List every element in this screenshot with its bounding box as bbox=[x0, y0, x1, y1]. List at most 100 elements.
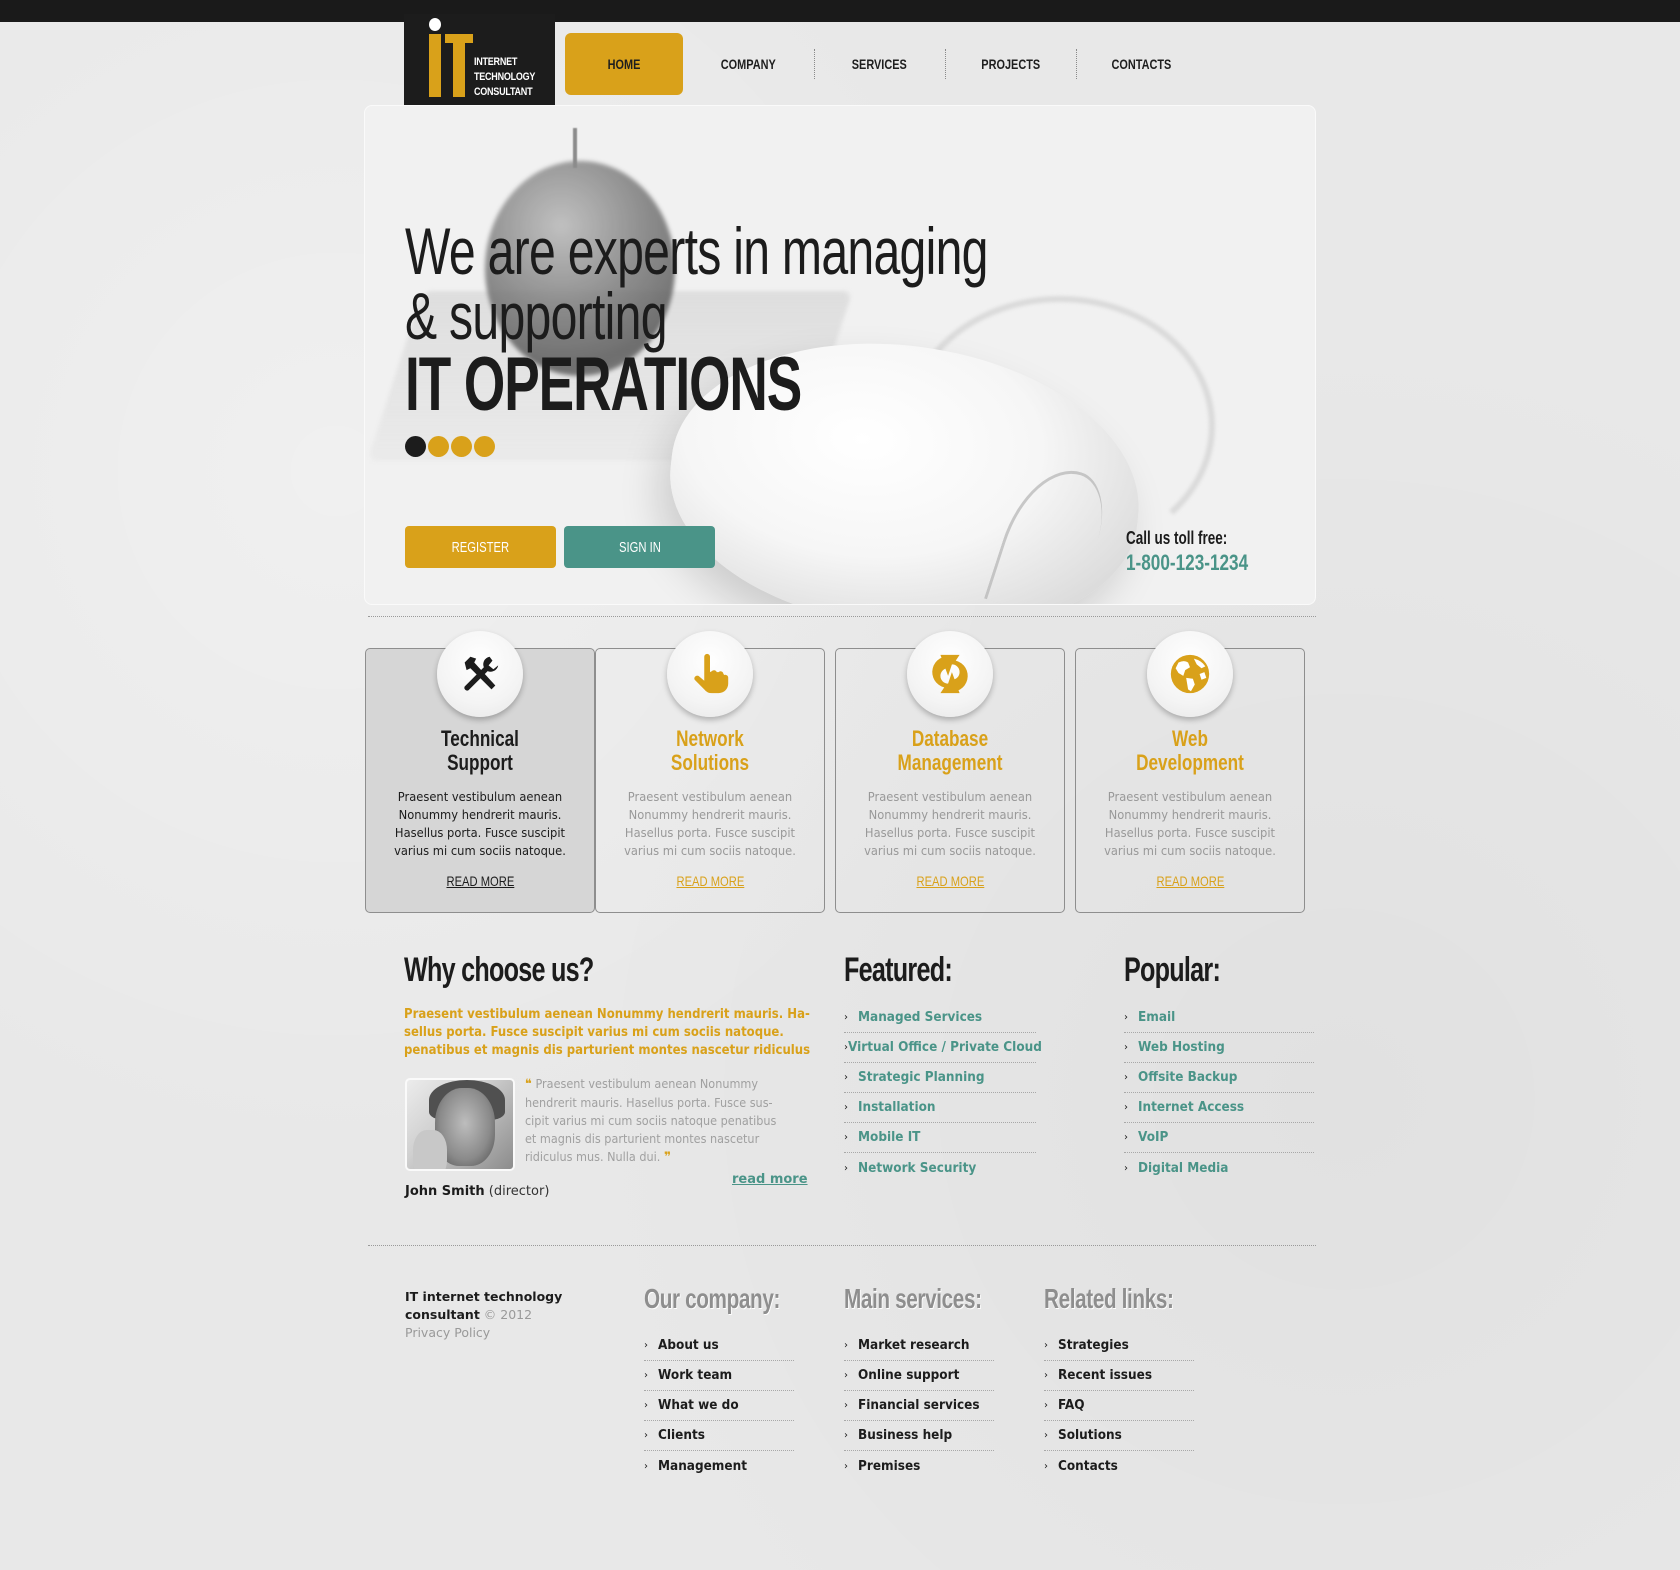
popular-item[interactable]: › Web Hosting bbox=[1124, 1033, 1314, 1063]
slider-pagination bbox=[405, 436, 495, 457]
service-title: Web Development bbox=[1076, 727, 1304, 775]
testimonial-quote: ❝ Praesent vestibulum aenean Nonummy hen… bbox=[525, 1075, 795, 1167]
featured-item[interactable]: › Installation bbox=[844, 1093, 1036, 1123]
service-card-network-solutions[interactable]: Network Solutions Praesent vestibulum ae… bbox=[595, 631, 825, 913]
chevron-right-icon: › bbox=[1044, 1430, 1048, 1441]
chevron-right-icon: › bbox=[844, 1370, 848, 1381]
popular-item[interactable]: › Digital Media bbox=[1124, 1153, 1314, 1183]
footer-link[interactable]: › Market research bbox=[844, 1331, 994, 1361]
footer-link[interactable]: › Work team bbox=[644, 1361, 794, 1391]
chevron-right-icon: › bbox=[644, 1430, 648, 1441]
footer-link[interactable]: › Business help bbox=[844, 1421, 994, 1451]
quote-open-icon: ❝ bbox=[525, 1077, 532, 1092]
top-bar bbox=[0, 0, 1680, 22]
item-label: Financial services bbox=[858, 1398, 980, 1413]
service-card-web-development[interactable]: Web Development Praesent vestibulum aene… bbox=[1075, 631, 1305, 913]
item-label: Recent issues bbox=[1058, 1368, 1153, 1383]
quote-line: Praesent vestibulum aenean Nonummy bbox=[535, 1076, 759, 1091]
footer-divider bbox=[368, 1245, 1316, 1246]
photo-hand bbox=[413, 1130, 447, 1169]
testimonial-read-more-link[interactable]: read more bbox=[732, 1172, 808, 1187]
footer-link[interactable]: › Clients bbox=[644, 1421, 794, 1451]
popular-item[interactable]: › Offsite Backup bbox=[1124, 1063, 1314, 1093]
footer-link[interactable]: › About us bbox=[644, 1331, 794, 1361]
chevron-right-icon: › bbox=[644, 1370, 648, 1381]
featured-list: › Managed Services › Virtual Office / Priv… bbox=[844, 1003, 1042, 1183]
sign-in-label: SIGN IN bbox=[618, 538, 661, 556]
read-more-link[interactable]: READ MORE bbox=[596, 873, 824, 889]
desc-line: varius mi cum sociis natoque. bbox=[864, 843, 1036, 858]
featured-item[interactable]: › Strategic Planning bbox=[844, 1063, 1036, 1093]
slider-dot-1[interactable] bbox=[405, 436, 426, 457]
item-label: Strategies bbox=[1058, 1338, 1129, 1353]
nav-projects[interactable]: PROJECTS bbox=[945, 33, 1076, 95]
nav-home[interactable]: HOME bbox=[565, 33, 683, 95]
desc-line: Nonummy hendrerit mauris. bbox=[628, 807, 792, 822]
sign-in-button[interactable]: SIGN IN bbox=[564, 526, 715, 568]
footer-link[interactable]: › Management bbox=[644, 1451, 794, 1481]
phone-number[interactable]: 1-800-123-1234 bbox=[1126, 550, 1248, 576]
chevron-right-icon: › bbox=[1124, 1012, 1128, 1023]
service-card-database-management[interactable]: Database Management Praesent vestibulum … bbox=[835, 631, 1065, 913]
item-label: Online support bbox=[858, 1368, 960, 1383]
nav-services[interactable]: SERVICES bbox=[814, 33, 945, 95]
logo-t-stem bbox=[453, 34, 465, 97]
service-title: Technical Support bbox=[366, 727, 594, 775]
service-title: Database Management bbox=[836, 727, 1064, 775]
item-label: Business help bbox=[858, 1428, 953, 1443]
hero-slider: We are experts in managing & supporting … bbox=[364, 105, 1316, 605]
footer-link[interactable]: › Strategies bbox=[1044, 1331, 1194, 1361]
slider-dot-4[interactable] bbox=[474, 436, 495, 457]
featured-item[interactable]: › Managed Services bbox=[844, 1003, 1036, 1033]
item-label: Management bbox=[658, 1458, 748, 1474]
logo-line: CONSULTANT bbox=[474, 86, 533, 98]
slider-dot-3[interactable] bbox=[451, 436, 472, 457]
quote-line: et magnis dis parturient montes nascetur bbox=[525, 1131, 760, 1146]
chevron-right-icon: › bbox=[644, 1400, 648, 1411]
desc-line: varius mi cum sociis natoque. bbox=[394, 843, 566, 858]
sync-icon bbox=[932, 654, 968, 694]
featured-item[interactable]: › Network Security bbox=[844, 1153, 1036, 1183]
privacy-policy-link[interactable]: Privacy Policy bbox=[405, 1324, 562, 1342]
item-label: Virtual Office / Private Cloud bbox=[848, 1040, 1042, 1055]
footer-link[interactable]: › Contacts bbox=[1044, 1451, 1194, 1481]
popular-item[interactable]: › Internet Access bbox=[1124, 1093, 1314, 1123]
chevron-right-icon: › bbox=[1124, 1072, 1128, 1083]
register-button[interactable]: REGISTER bbox=[405, 526, 556, 568]
chevron-right-icon: › bbox=[1124, 1102, 1128, 1113]
title-line: Solutions bbox=[670, 750, 750, 775]
service-title: Network Solutions bbox=[596, 727, 824, 775]
why-heading: Why choose us? bbox=[404, 951, 594, 989]
footer-link[interactable]: › What we do bbox=[644, 1391, 794, 1421]
item-label: VoIP bbox=[1138, 1130, 1169, 1145]
featured-item[interactable]: › Mobile IT bbox=[844, 1123, 1036, 1153]
footer-link[interactable]: › FAQ bbox=[1044, 1391, 1194, 1421]
read-more-link[interactable]: READ MORE bbox=[836, 873, 1064, 889]
service-card-technical-support[interactable]: Technical Support Praesent vestibulum ae… bbox=[365, 631, 595, 913]
footer-link[interactable]: › Solutions bbox=[1044, 1421, 1194, 1451]
call-block: Call us toll free: 1-800-123-1234 bbox=[1126, 528, 1283, 576]
footer-link[interactable]: › Financial services bbox=[844, 1391, 994, 1421]
title-line: Network bbox=[676, 726, 744, 751]
footer-link[interactable]: › Online support bbox=[844, 1361, 994, 1391]
read-more-link[interactable]: READ MORE bbox=[366, 873, 594, 889]
nav-company[interactable]: COMPANY bbox=[683, 33, 814, 95]
lead-line: Praesent vestibulum aenean Nonummy hendr… bbox=[404, 1007, 810, 1022]
service-description: Praesent vestibulum aenean Nonummy hendr… bbox=[376, 788, 584, 860]
popular-item[interactable]: › VoIP bbox=[1124, 1123, 1314, 1153]
desc-line: varius mi cum sociis natoque. bbox=[624, 843, 796, 858]
chevron-right-icon: › bbox=[1124, 1132, 1128, 1143]
chevron-right-icon: › bbox=[1124, 1162, 1128, 1174]
read-more-link[interactable]: READ MORE bbox=[1076, 873, 1304, 889]
slider-dot-2[interactable] bbox=[428, 436, 449, 457]
call-label: Call us toll free: bbox=[1126, 528, 1228, 548]
footer-link[interactable]: › Recent issues bbox=[1044, 1361, 1194, 1391]
nav-contacts[interactable]: CONTACTS bbox=[1076, 33, 1207, 95]
footer-list-our-company: › About us › Work team › What we do › Client… bbox=[644, 1331, 794, 1481]
footer-heading-main-services: Main services: bbox=[844, 1283, 982, 1314]
register-label: REGISTER bbox=[451, 538, 510, 556]
featured-item[interactable]: › Virtual Office / Private Cloud bbox=[844, 1033, 1042, 1063]
popular-item[interactable]: › Email bbox=[1124, 1003, 1314, 1033]
title-line: Database bbox=[911, 726, 989, 751]
footer-link[interactable]: › Premises bbox=[844, 1451, 994, 1481]
